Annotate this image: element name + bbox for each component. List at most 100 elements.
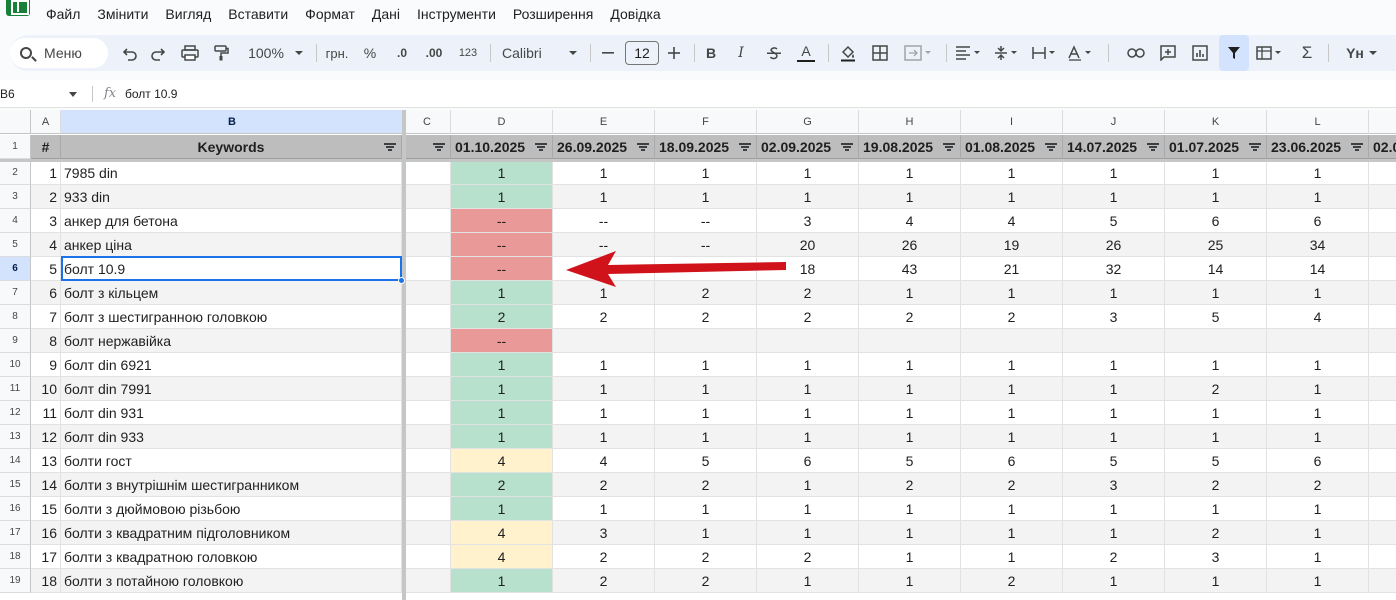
frozen-row-divider[interactable] <box>0 159 1396 162</box>
font-size-increase-icon[interactable] <box>664 35 684 71</box>
empty-cell[interactable] <box>406 161 451 185</box>
position-cell[interactable]: 1 <box>655 521 757 545</box>
row-header[interactable]: 9 <box>0 329 31 353</box>
position-cell[interactable] <box>1369 209 1396 233</box>
position-cell[interactable]: 2 <box>859 305 961 329</box>
position-cell[interactable] <box>1369 377 1396 401</box>
keyword-cell[interactable]: болт з шестигранною головкою <box>61 305 402 329</box>
row-header[interactable]: 6 <box>0 257 31 281</box>
empty-cell[interactable] <box>406 401 451 425</box>
keyword-cell[interactable]: болт din 931 <box>61 401 402 425</box>
position-cell[interactable]: 4 <box>859 209 961 233</box>
position-cell[interactable] <box>1369 353 1396 377</box>
font-size-decrease-icon[interactable] <box>598 35 618 71</box>
empty-cell[interactable] <box>406 209 451 233</box>
position-cell[interactable]: 1 <box>757 473 859 497</box>
position-cell[interactable]: 1 <box>553 377 655 401</box>
position-cell[interactable]: 1 <box>1063 161 1165 185</box>
position-cell[interactable] <box>1267 329 1369 353</box>
row-header[interactable]: 13 <box>0 425 31 449</box>
index-cell[interactable]: 17 <box>31 545 61 569</box>
position-cell[interactable]: 2 <box>961 305 1063 329</box>
current-position-cell[interactable]: 1 <box>451 497 553 521</box>
empty-cell[interactable] <box>406 521 451 545</box>
percent-format-button[interactable]: % <box>360 35 380 71</box>
position-cell[interactable] <box>1369 401 1396 425</box>
position-cell[interactable]: 3 <box>757 209 859 233</box>
position-cell[interactable] <box>1369 281 1396 305</box>
position-cell[interactable]: 1 <box>655 401 757 425</box>
bold-button[interactable]: B <box>700 35 722 71</box>
filter-icon[interactable] <box>1249 143 1261 151</box>
insert-chart-icon[interactable] <box>1188 35 1212 71</box>
index-cell[interactable]: 8 <box>31 329 61 353</box>
position-cell[interactable] <box>655 329 757 353</box>
position-cell[interactable]: 1 <box>859 377 961 401</box>
horizontal-align-icon[interactable] <box>952 35 986 71</box>
column-header[interactable]: H <box>859 110 961 134</box>
position-cell[interactable]: 1 <box>1063 425 1165 449</box>
keyword-cell[interactable]: болти з внутрішнім шестигранником <box>61 473 402 497</box>
position-cell[interactable] <box>1369 425 1396 449</box>
filter-icon[interactable] <box>384 143 396 151</box>
row-header[interactable]: 15 <box>0 473 31 497</box>
text-rotation-icon[interactable] <box>1064 35 1098 71</box>
keyword-cell[interactable]: болти з дюймовою різьбою <box>61 497 402 521</box>
text-wrapping-icon[interactable] <box>1028 35 1062 71</box>
keyword-cell[interactable]: 933 din <box>61 185 402 209</box>
position-cell[interactable]: 3 <box>1165 545 1267 569</box>
position-cell[interactable]: 1 <box>553 401 655 425</box>
current-position-cell[interactable]: -- <box>451 209 553 233</box>
position-cell[interactable]: 4 <box>1267 305 1369 329</box>
position-cell[interactable]: -- <box>553 209 655 233</box>
position-cell[interactable]: 2 <box>655 305 757 329</box>
current-position-cell[interactable]: 1 <box>451 377 553 401</box>
position-cell[interactable]: 6 <box>757 449 859 473</box>
position-cell[interactable]: 1 <box>1063 377 1165 401</box>
redo-icon[interactable] <box>146 35 170 71</box>
menu-item[interactable]: Формат <box>305 6 355 22</box>
row-header[interactable]: 17 <box>0 521 31 545</box>
row-header[interactable]: 19 <box>0 569 31 593</box>
position-cell[interactable] <box>1369 329 1396 353</box>
column-header[interactable]: A <box>31 110 61 134</box>
position-cell[interactable]: 19 <box>961 233 1063 257</box>
column-header[interactable] <box>1369 110 1396 134</box>
position-cell[interactable] <box>757 329 859 353</box>
keyword-cell[interactable]: болти з потайною головкою <box>61 569 402 593</box>
position-cell[interactable]: 2 <box>1165 521 1267 545</box>
keyword-cell[interactable]: анкер ціна <box>61 233 402 257</box>
current-position-cell[interactable]: 4 <box>451 449 553 473</box>
position-cell[interactable]: 4 <box>553 449 655 473</box>
position-cell[interactable]: 1 <box>1267 353 1369 377</box>
menu-item[interactable]: Дані <box>372 6 400 22</box>
position-cell[interactable]: 6 <box>1267 449 1369 473</box>
position-cell[interactable] <box>1369 305 1396 329</box>
index-cell[interactable]: 15 <box>31 497 61 521</box>
position-cell[interactable]: 21 <box>961 257 1063 281</box>
column-header[interactable]: I <box>961 110 1063 134</box>
current-position-cell[interactable]: 4 <box>451 545 553 569</box>
position-cell[interactable] <box>1369 233 1396 257</box>
index-cell[interactable]: 14 <box>31 473 61 497</box>
position-cell[interactable]: 1 <box>859 401 961 425</box>
position-cell[interactable]: 2 <box>961 473 1063 497</box>
position-cell[interactable]: 1 <box>961 185 1063 209</box>
empty-cell[interactable] <box>406 233 451 257</box>
frozen-column-divider[interactable] <box>402 110 406 600</box>
position-cell[interactable]: 1 <box>961 161 1063 185</box>
empty-cell[interactable] <box>406 473 451 497</box>
index-cell[interactable]: 7 <box>31 305 61 329</box>
position-cell[interactable]: 1 <box>859 185 961 209</box>
position-cell[interactable] <box>1369 569 1396 593</box>
position-cell[interactable]: 1 <box>961 545 1063 569</box>
index-cell[interactable]: 18 <box>31 569 61 593</box>
keyword-cell[interactable]: болти з квадратним підголовником <box>61 521 402 545</box>
position-cell[interactable]: 1 <box>1267 497 1369 521</box>
position-cell[interactable]: 1 <box>1267 425 1369 449</box>
position-cell[interactable]: 2 <box>553 545 655 569</box>
position-cell[interactable]: 1 <box>757 497 859 521</box>
filter-icon[interactable] <box>1045 143 1057 151</box>
position-cell[interactable]: 26 <box>859 233 961 257</box>
italic-button[interactable]: I <box>730 35 752 71</box>
